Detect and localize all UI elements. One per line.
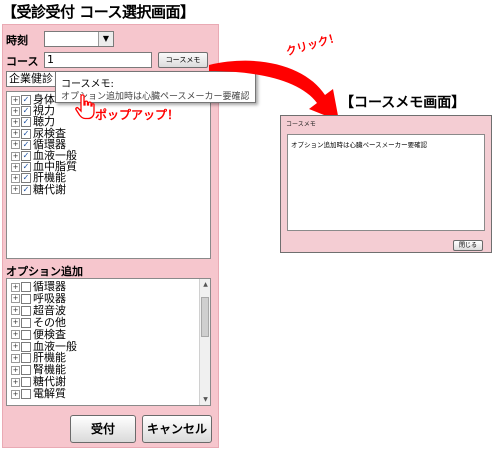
memo-dialog-heading: 【コースメモ画面】: [340, 95, 466, 111]
checkbox[interactable]: ✓: [21, 151, 31, 161]
time-select[interactable]: ▼: [44, 31, 114, 47]
checkbox[interactable]: [21, 317, 31, 328]
checkbox[interactable]: [21, 353, 31, 364]
checkbox[interactable]: [21, 377, 31, 388]
checkbox[interactable]: ✓: [21, 139, 31, 150]
company-checkup-select[interactable]: 企業健診: [6, 71, 60, 87]
dialog-title: コースメモ: [286, 121, 316, 128]
expand-icon[interactable]: +: [11, 294, 20, 304]
scroll-down-icon[interactable]: ▼: [201, 395, 210, 404]
expand-icon[interactable]: +: [11, 389, 20, 399]
option-scrollbar[interactable]: ▲ ▼: [199, 279, 210, 405]
course-memo-dialog: コースメモ オプション追加時は心臓ペースメーカー要確認 閉じる: [280, 115, 492, 253]
expand-icon[interactable]: +: [11, 129, 20, 139]
course-item-label: 糖代謝: [33, 182, 66, 196]
expand-icon[interactable]: +: [11, 306, 20, 316]
checkbox[interactable]: [21, 365, 31, 376]
chevron-down-icon[interactable]: ▼: [98, 32, 113, 46]
expand-icon[interactable]: +: [11, 185, 20, 195]
checkbox[interactable]: [21, 329, 31, 340]
course-memo-button[interactable]: コースメモ: [158, 52, 208, 68]
checkbox[interactable]: [21, 293, 31, 304]
expand-icon[interactable]: +: [11, 282, 20, 292]
popup-annotation: ポップアップ！: [95, 108, 180, 122]
checkbox[interactable]: [21, 305, 31, 316]
dialog-memo-text: オプション追加時は心臓ペースメーカー要確認: [291, 141, 428, 149]
expand-icon[interactable]: +: [11, 377, 20, 387]
hand-cursor-icon: [75, 94, 95, 120]
checkbox[interactable]: ✓: [21, 184, 31, 195]
expand-icon[interactable]: +: [11, 162, 20, 172]
checkbox[interactable]: ✓: [21, 117, 31, 128]
checkbox[interactable]: [21, 282, 31, 292]
option-item-label: 電解質: [33, 387, 66, 401]
expand-icon[interactable]: +: [11, 173, 20, 183]
expand-icon[interactable]: +: [11, 342, 20, 351]
accept-button[interactable]: 受付: [70, 415, 136, 443]
scroll-thumb[interactable]: [201, 297, 209, 337]
dialog-memo-area: オプション追加時は心臓ペースメーカー要確認: [287, 134, 485, 231]
checkbox[interactable]: ✓: [21, 173, 31, 184]
cancel-button[interactable]: キャンセル: [142, 415, 212, 443]
close-button[interactable]: 閉じる: [453, 240, 483, 251]
course-item[interactable]: + ✓ 糖代謝: [11, 182, 66, 197]
course-label: コース: [6, 55, 39, 68]
expand-icon[interactable]: +: [11, 353, 20, 363]
expand-icon[interactable]: +: [11, 106, 20, 116]
course-input[interactable]: 1: [44, 52, 152, 68]
checkbox[interactable]: ✓: [21, 128, 31, 139]
checkbox[interactable]: ✓: [21, 106, 31, 117]
expand-icon[interactable]: +: [11, 140, 20, 150]
expand-icon[interactable]: +: [11, 330, 20, 340]
page-title: 【受診受付 コース選択画面】: [2, 3, 195, 21]
checkbox[interactable]: [21, 341, 31, 352]
option-item[interactable]: + 電解質: [11, 388, 66, 401]
expand-icon[interactable]: +: [11, 318, 20, 328]
scroll-up-icon[interactable]: ▲: [201, 280, 210, 289]
option-add-label: オプション追加: [6, 265, 83, 278]
checkbox[interactable]: [21, 389, 31, 400]
expand-icon[interactable]: +: [11, 95, 20, 105]
tooltip-title: コースメモ:: [61, 79, 114, 90]
checkbox[interactable]: ✓: [21, 95, 31, 105]
option-item-tree: + 循環器 + 呼吸器 + 超音波 + その他 + 便検査 + 血液一般 + 肝機能 + 腎機能 + 糖代謝 + 電解…: [6, 278, 211, 406]
expand-icon[interactable]: +: [11, 117, 20, 127]
expand-icon[interactable]: +: [11, 151, 20, 161]
time-label: 時刻: [6, 34, 28, 47]
expand-icon[interactable]: +: [11, 365, 20, 375]
checkbox[interactable]: ✓: [21, 162, 31, 173]
